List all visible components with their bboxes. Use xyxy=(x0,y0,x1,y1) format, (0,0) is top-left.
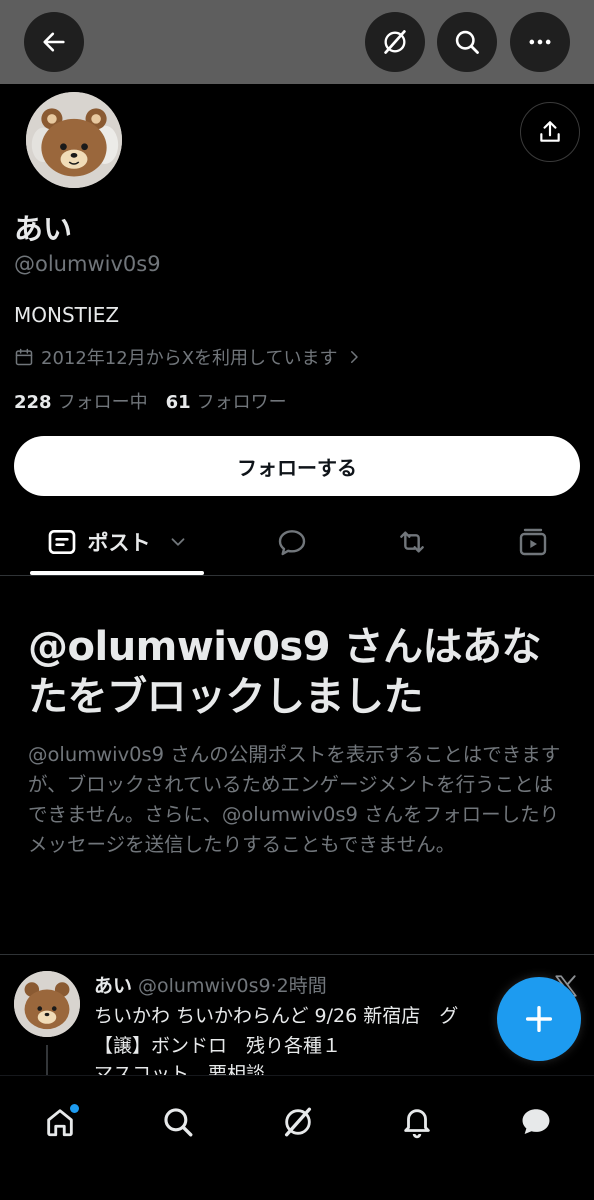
active-tab-indicator xyxy=(30,571,204,575)
display-name: あい xyxy=(14,212,73,246)
grok-icon xyxy=(284,1107,312,1137)
post-author-avatar[interactable] xyxy=(14,971,80,1037)
compose-button[interactable] xyxy=(497,977,581,1061)
profile-banner[interactable] xyxy=(0,0,594,84)
search-icon xyxy=(164,1108,193,1137)
tab-replies[interactable] xyxy=(276,510,310,574)
bear-avatar-image xyxy=(26,92,122,188)
notification-dot xyxy=(70,1104,79,1113)
back-button[interactable] xyxy=(24,12,84,72)
share-icon xyxy=(540,121,560,142)
followers-count: 61 xyxy=(165,392,191,413)
followers-label: フォロワー xyxy=(196,392,287,413)
nav-messages[interactable] xyxy=(506,1092,566,1152)
tab-posts-label: ポスト xyxy=(87,531,151,555)
follow-stats: 228 フォロー中 61 フォロワー xyxy=(14,388,287,414)
nav-notifications[interactable] xyxy=(387,1092,447,1152)
follow-button[interactable]: フォローする xyxy=(14,436,580,496)
bell-icon xyxy=(404,1109,430,1139)
thread-connector xyxy=(46,1045,48,1075)
profile-avatar[interactable] xyxy=(22,88,126,192)
nav-search[interactable] xyxy=(148,1092,208,1152)
profile-tabs: ポスト xyxy=(0,510,594,576)
search-button[interactable] xyxy=(437,12,497,72)
following-count: 228 xyxy=(14,392,52,413)
calendar-icon xyxy=(15,348,33,366)
bear-avatar-image xyxy=(14,971,80,1037)
search-icon xyxy=(455,30,479,54)
following-label: フォロー中 xyxy=(57,392,148,413)
tab-media[interactable] xyxy=(517,510,551,574)
chevron-down-icon xyxy=(171,538,184,546)
video-icon xyxy=(519,528,547,556)
profile-bio: MONSTIEZ xyxy=(14,303,120,327)
post-header: あい @olumwiv0s9·2時間 xyxy=(94,971,327,998)
tab-reposts[interactable] xyxy=(396,510,430,574)
joined-date-text: 2012年12月からXを利用しています xyxy=(41,348,338,369)
chat-bubble-icon xyxy=(522,1109,550,1135)
posts-icon xyxy=(48,530,75,554)
profile-handle: @olumwiv0s9 xyxy=(14,252,161,276)
post-author-handle: @olumwiv0s9 xyxy=(138,975,271,997)
nav-grok[interactable] xyxy=(268,1092,328,1152)
joined-date-row[interactable]: 2012年12月からXを利用しています xyxy=(14,344,363,370)
bottom-navigation xyxy=(0,1075,594,1200)
more-dots-icon xyxy=(529,39,551,45)
chevron-right-icon xyxy=(350,351,358,363)
nav-home[interactable] xyxy=(30,1092,90,1152)
tab-posts[interactable]: ポスト xyxy=(30,510,204,574)
share-button[interactable] xyxy=(520,102,580,162)
grok-icon xyxy=(384,30,406,54)
more-button[interactable] xyxy=(510,12,570,72)
plus-icon xyxy=(525,1005,553,1033)
post-author-name[interactable]: あい xyxy=(94,975,132,997)
repost-icon xyxy=(400,531,424,553)
post-time: 2時間 xyxy=(276,975,327,997)
post-text-line-3: マスコット 要相談 xyxy=(94,1063,266,1075)
arrow-left-icon xyxy=(43,32,65,52)
reply-bubble-icon xyxy=(278,530,306,556)
followers-link[interactable]: 61 フォロワー xyxy=(166,388,287,414)
grok-button[interactable] xyxy=(365,12,425,72)
blocked-title: @olumwiv0s9 さんはあなたをブロックしました xyxy=(28,624,541,720)
blocked-description: @olumwiv0s9 さんの公開ポストを表示することはできますが、ブロックされ… xyxy=(28,743,561,856)
post-text-line-1: ちいかわ ちいかわらんど 9/26 新宿店 グ xyxy=(94,1005,459,1027)
post-text-line-2: 【譲】ボンドロ 残り各種１ xyxy=(94,1035,342,1057)
following-link[interactable]: 228 フォロー中 xyxy=(14,388,148,414)
